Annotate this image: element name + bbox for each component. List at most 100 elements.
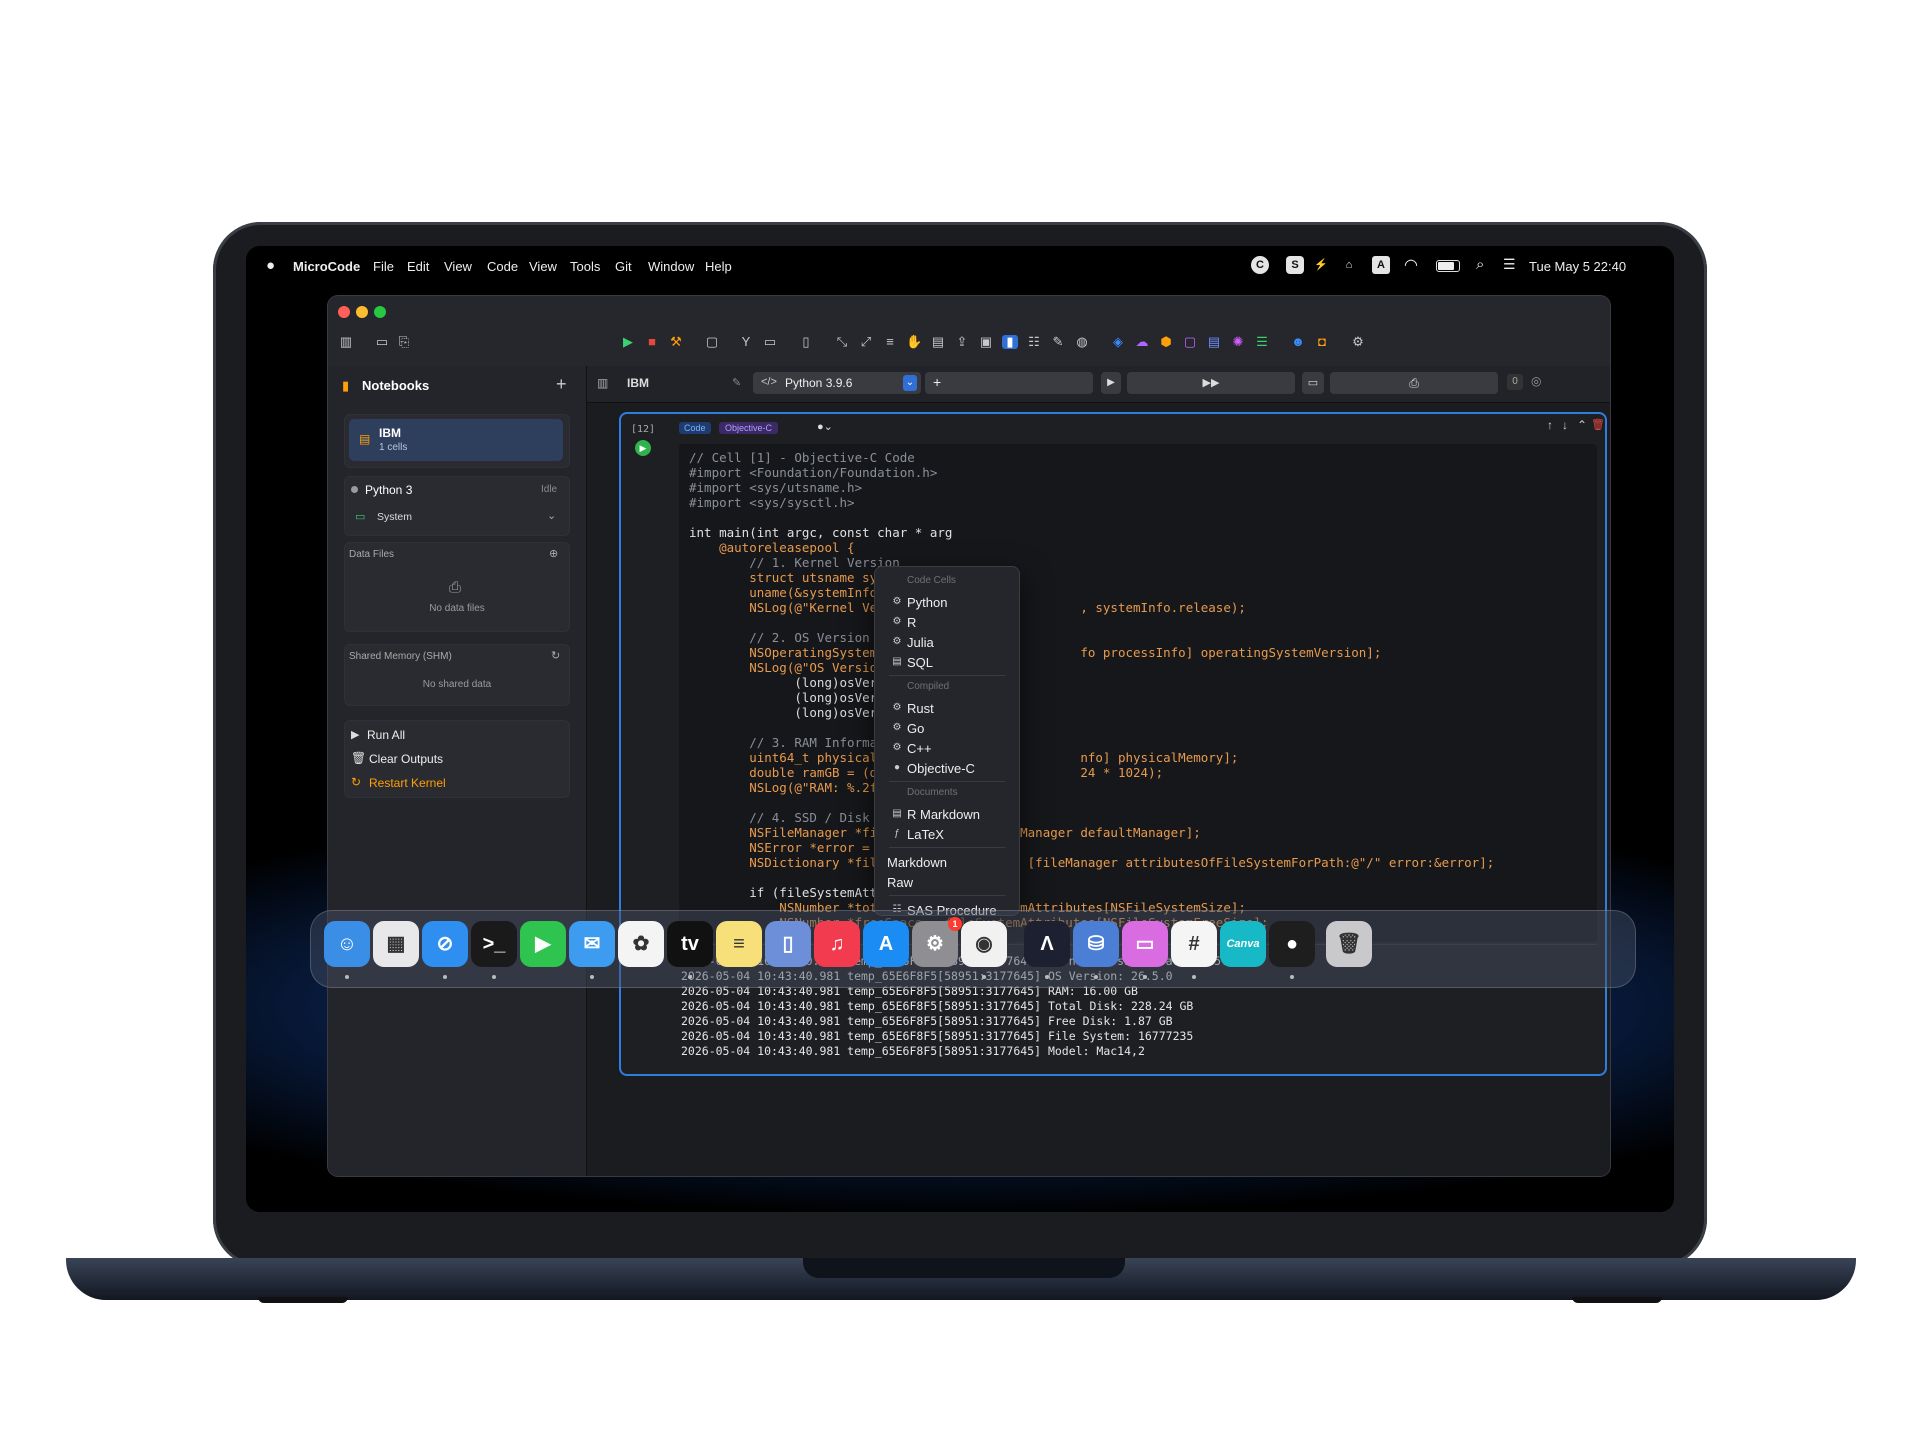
menu-item-latex[interactable]: ƒ LaTeX [875,825,1019,845]
delete-cell-icon[interactable]: 🗑 [1591,418,1605,431]
sidebar-toggle-icon[interactable]: ▥ [338,335,354,349]
settings-gear-icon[interactable]: ⚙ [1350,335,1366,349]
menu-window[interactable]: Window [648,259,694,274]
ai-icon[interactable]: ◎ [1531,374,1541,388]
archive-icon[interactable]: ▢ [704,335,720,349]
dock-app-screens[interactable]: ▭ [1122,921,1168,967]
dock-app-slack[interactable]: # [1171,921,1217,967]
bolt-icon[interactable]: ⚡ [1312,256,1330,274]
dock-app-mail[interactable]: ✉ [569,921,615,967]
network-icon[interactable]: ✺ [1230,335,1246,349]
cube-icon[interactable]: ◈ [1110,335,1126,349]
dock-app-facetime[interactable]: ▶ [520,921,566,967]
branch-icon[interactable]: Y [738,335,754,349]
layout-icon[interactable]: ☷ [1026,335,1042,349]
menu-item-objectivec[interactable]: ● Objective-C [875,759,1019,779]
status-s-icon[interactable]: S [1286,256,1304,274]
expand-icon[interactable]: ⤢ [858,335,874,349]
wifi-icon[interactable]: ◠ [1404,255,1418,275]
menu-item-r-markdown[interactable]: ▤ R Markdown [875,805,1019,825]
folder-button[interactable]: ▭ [1302,372,1324,394]
run-cell-icon[interactable]: ▶ [635,440,651,456]
menu-item-julia[interactable]: ⚙ Julia [875,633,1019,653]
move-down-icon[interactable]: ↓ [1562,418,1568,432]
dock-app-trash[interactable]: 🗑 [1326,921,1372,967]
menu-tools[interactable]: Tools [570,259,600,274]
run-cell-button[interactable]: ▶ [1101,372,1121,394]
dock-app-app-store[interactable]: A [863,921,909,967]
brain-icon[interactable]: ☁ [1134,335,1150,349]
apple-icon[interactable]: ● [266,257,275,274]
dock-app-notes[interactable]: ≡ [716,921,762,967]
clock[interactable]: Tue May 5 22:40 [1529,259,1626,274]
dock-app-simulator[interactable]: ▯ [765,921,811,967]
dock-app-tv[interactable]: tv [667,921,713,967]
dock-app-photos[interactable]: ✿ [618,921,664,967]
align-icon[interactable]: ≡ [882,335,898,349]
menu-view[interactable]: View [444,259,472,274]
terminal-icon[interactable]: ▭ [762,335,778,349]
panel-toggle-icon[interactable]: ▥ [597,376,608,390]
menu-item-r[interactable]: ⚙ R [875,613,1019,633]
menu-item-raw[interactable]: Raw [875,873,1019,893]
refresh-icon[interactable]: ↻ [551,649,560,662]
input-source-icon[interactable]: A [1372,256,1390,274]
menu-item-c[interactable]: ⚙ C++ [875,739,1019,759]
app-menu[interactable]: MicroCode [293,259,360,274]
hand-icon[interactable]: ✋ [906,335,922,349]
build-icon[interactable]: ⚒ [668,335,684,349]
language-badge[interactable]: Objective-C [719,422,779,434]
menu-edit[interactable]: Edit [407,259,429,274]
share-icon[interactable]: ⇪ [954,335,970,349]
menu-file[interactable]: File [373,259,394,274]
people-icon[interactable]: ☻ [1290,335,1306,349]
runtime-select[interactable]: </> Python 3.9.6 ⌄ [753,372,921,394]
menu-code[interactable]: Code [487,259,518,274]
collapse-icon[interactable]: ⌃ [1577,418,1587,432]
dock-app-finder[interactable]: ☺ [324,921,370,967]
dock-app-chrome[interactable]: ◉ [961,921,1007,967]
menu-item-rust[interactable]: ⚙ Rust [875,699,1019,719]
dock-app-music[interactable]: ♫ [814,921,860,967]
menu-help[interactable]: Help [705,259,732,274]
menu-item-go[interactable]: ⚙ Go [875,719,1019,739]
notebook-item-ibm[interactable]: ▤ IBM 1 cells [349,419,563,461]
run-all-button[interactable]: ▶ Run All [345,725,569,745]
list-icon[interactable]: ☰ [1254,335,1270,349]
menu-view-2[interactable]: View [529,259,557,274]
dock-app-canva[interactable]: Canva [1220,921,1266,967]
search-icon[interactable]: ⌕ [1476,256,1484,273]
run-icon[interactable]: ▶ [620,335,636,349]
inspector-icon[interactable]: ▮ [1002,335,1018,349]
document-icon[interactable]: ▤ [930,335,946,349]
add-cell-select[interactable]: + [925,372,1093,394]
control-center-icon[interactable]: ☰ [1503,256,1516,273]
table-icon[interactable]: ▤ [1206,335,1222,349]
edit-icon[interactable]: ✎ [732,376,741,389]
add-data-file-icon[interactable]: ⊕ [549,547,558,560]
display-icon[interactable]: ⌂ [1340,256,1358,274]
move-up-icon[interactable]: ↑ [1547,418,1553,432]
menu-item-markdown[interactable]: Markdown [875,853,1019,873]
stop-icon[interactable]: ■ [644,335,660,349]
export-button[interactable]: ⎙ [1330,372,1498,394]
cell-status-icon[interactable]: ●⌄ [817,420,833,433]
menu-git[interactable]: Git [615,259,632,274]
compress-icon[interactable]: ⤡ [834,335,850,349]
device-icon[interactable]: ▯ [798,335,814,349]
clear-outputs-button[interactable]: 🗑 Clear Outputs [345,749,569,769]
close-window-button[interactable] [338,306,350,318]
zoom-window-button[interactable] [374,306,386,318]
dock-app-storage[interactable]: ⛁ [1073,921,1119,967]
env-select[interactable]: ▭ System ⌄ [349,507,563,529]
notebook-tab[interactable]: IBM [627,376,649,390]
status-c-icon[interactable]: C [1251,256,1269,274]
new-file-icon[interactable]: ⎘ [396,335,412,349]
globe-icon[interactable]: ◍ [1074,335,1090,349]
package-icon[interactable]: ⬢ [1158,335,1174,349]
minimize-window-button[interactable] [356,306,368,318]
media-icon[interactable]: ▣ [978,335,994,349]
menu-item-sql[interactable]: ▤ SQL [875,653,1019,673]
extension-icon[interactable]: ◘ [1314,335,1330,349]
dock-app-safari[interactable]: ⊘ [422,921,468,967]
